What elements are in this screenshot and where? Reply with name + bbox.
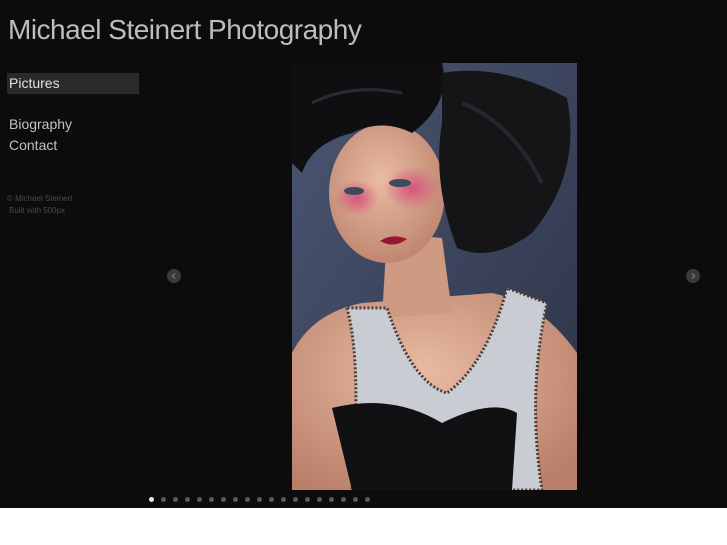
slide-dot[interactable] (353, 497, 358, 502)
slide-dot[interactable] (221, 497, 226, 502)
slide-dot[interactable] (257, 497, 262, 502)
footer: © Michael Steinert Built with 500px (7, 193, 72, 217)
nav-item-contact[interactable]: Contact (7, 135, 139, 156)
slide-dot[interactable] (341, 497, 346, 502)
built-with-link[interactable]: Built with 500px (7, 205, 72, 217)
main-nav: Pictures Biography Contact (7, 73, 139, 156)
slide-dot[interactable] (185, 497, 190, 502)
copyright-text: © Michael Steinert (7, 194, 73, 203)
chevron-left-icon (171, 273, 176, 279)
slide-dot[interactable] (149, 497, 154, 502)
slide-dot[interactable] (305, 497, 310, 502)
nav-item-biography[interactable]: Biography (7, 114, 139, 135)
slide-dot[interactable] (281, 497, 286, 502)
slide-dot[interactable] (233, 497, 238, 502)
slide-pagination (149, 497, 370, 502)
page: Michael Steinert Photography Pictures Bi… (0, 0, 727, 508)
slide-dot[interactable] (365, 497, 370, 502)
site-title[interactable]: Michael Steinert Photography (8, 14, 362, 46)
slide-dot[interactable] (173, 497, 178, 502)
slide-dot[interactable] (269, 497, 274, 502)
chevron-right-icon (691, 273, 696, 279)
slide-dot[interactable] (209, 497, 214, 502)
portrait-photo-image (292, 63, 577, 490)
slide-dot[interactable] (197, 497, 202, 502)
main-photo[interactable] (292, 63, 577, 490)
slide-dot[interactable] (161, 497, 166, 502)
next-photo-button[interactable] (686, 269, 700, 283)
slide-dot[interactable] (317, 497, 322, 502)
slide-dot[interactable] (293, 497, 298, 502)
slide-dot[interactable] (329, 497, 334, 502)
slide-dot[interactable] (245, 497, 250, 502)
nav-item-pictures[interactable]: Pictures (7, 73, 139, 94)
previous-photo-button[interactable] (167, 269, 181, 283)
